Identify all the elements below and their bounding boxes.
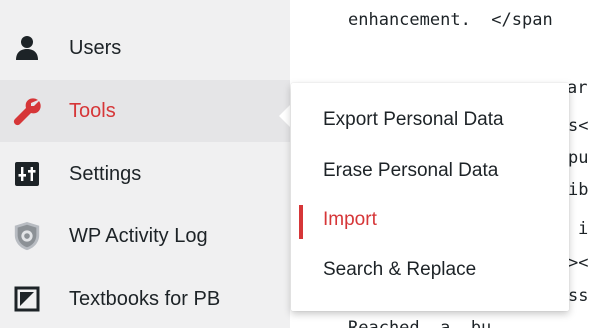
code-line: s< bbox=[568, 116, 589, 136]
code-line: Reached a bu bbox=[348, 318, 492, 328]
code-line: >< bbox=[568, 253, 589, 273]
sidebar-item-tools[interactable]: Tools bbox=[0, 80, 290, 142]
submenu-item-search-replace[interactable]: Search & Replace bbox=[291, 245, 569, 295]
sidebar-item-label: Users bbox=[69, 36, 122, 59]
code-line: ar bbox=[567, 78, 588, 98]
settings-icon bbox=[12, 159, 42, 189]
sidebar-item-label: Settings bbox=[69, 162, 142, 185]
code-line: pu bbox=[568, 148, 589, 168]
wrench-icon bbox=[12, 96, 42, 126]
sidebar-item-textbooks-for-pb[interactable]: Textbooks for PB bbox=[0, 268, 290, 330]
textbooks-icon bbox=[12, 284, 42, 314]
activity-log-shield-icon bbox=[12, 221, 42, 251]
sidebar-item-users[interactable]: Users bbox=[0, 17, 290, 79]
sidebar-item-label: Textbooks for PB bbox=[69, 287, 221, 310]
code-line: i bbox=[578, 219, 589, 239]
submenu-item-export-personal-data[interactable]: Export Personal Data bbox=[291, 95, 569, 145]
submenu-item-erase-personal-data[interactable]: Erase Personal Data bbox=[291, 146, 569, 196]
tools-submenu: Export Personal Data Erase Personal Data… bbox=[291, 83, 569, 311]
submenu-item-import[interactable]: Import bbox=[291, 195, 569, 245]
code-line: ib bbox=[568, 180, 589, 200]
sidebar-item-wp-activity-log[interactable]: WP Activity Log bbox=[0, 205, 290, 267]
sidebar-item-settings[interactable]: Settings bbox=[0, 143, 290, 205]
sidebar-item-label: Tools bbox=[69, 99, 116, 122]
admin-sidebar: Users Tools Settings WP Activity Log Tex… bbox=[0, 0, 290, 328]
users-icon bbox=[12, 33, 42, 63]
code-line: ss bbox=[568, 286, 589, 306]
sidebar-item-label: WP Activity Log bbox=[69, 224, 208, 247]
code-line: enhancement. </span bbox=[348, 10, 553, 30]
